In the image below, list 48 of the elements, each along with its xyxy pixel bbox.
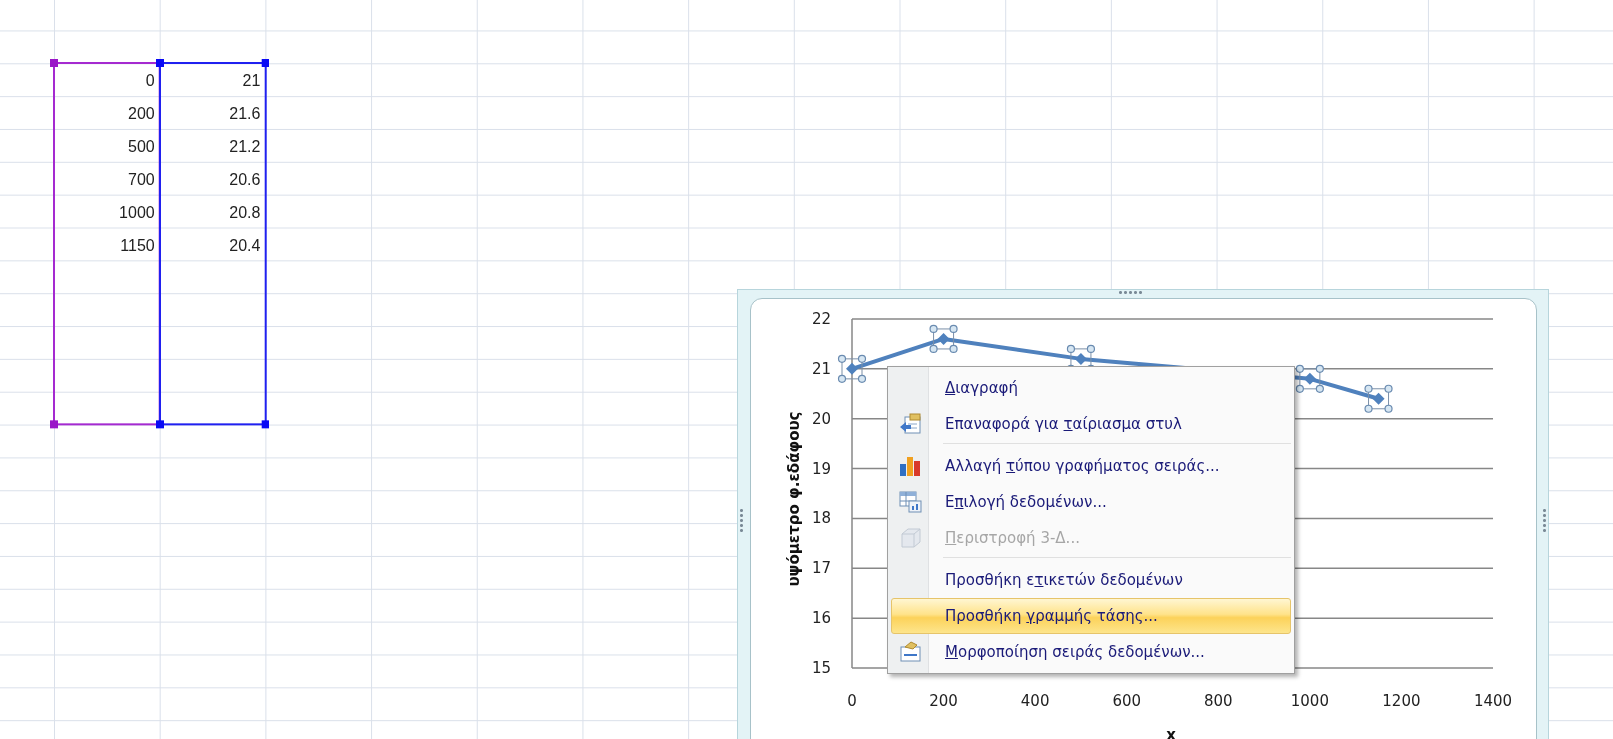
document-arrow-icon: [899, 413, 923, 435]
table-cell-text: 1000: [118, 202, 156, 223]
x-tick-label: 1000: [1290, 692, 1329, 710]
table-cell-text: 0: [144, 71, 156, 92]
menu-item[interactable]: Επαναφορά για ταίριασμα στυλ: [891, 406, 1291, 442]
table-cell-text: 21.6: [228, 104, 262, 125]
bar-chart-icon: [899, 455, 923, 477]
table-cell-text: 21.2: [228, 137, 262, 157]
y-tick-label: 22: [811, 310, 831, 328]
data-point-marker[interactable]: [1295, 364, 1324, 393]
x-tick-label: 600: [1112, 692, 1142, 710]
table-cell-text: 700: [127, 169, 156, 190]
data-point-marker[interactable]: [929, 324, 958, 354]
x-tick-label: 0: [847, 692, 857, 710]
table-cell-text: 20.4: [228, 235, 262, 256]
data-point-marker[interactable]: [837, 354, 867, 383]
data-point-marker[interactable]: [1364, 384, 1393, 413]
document-icon: [899, 641, 923, 663]
y-tick-label: 16: [811, 609, 831, 628]
menu-item[interactable]: Προσθήκη γραμμής τάσης...: [891, 598, 1291, 634]
menu-item[interactable]: Διαγραφή: [891, 370, 1291, 406]
y-tick-label: 21: [811, 359, 831, 378]
x-tick-label: 1200: [1382, 692, 1421, 710]
y-tick-label: 19: [811, 459, 831, 478]
table-cell-text: 21: [241, 71, 262, 92]
table-cell-text: 20.6: [228, 169, 262, 190]
x-tick-label: 400: [1020, 692, 1050, 710]
table-icon: [899, 491, 923, 513]
menu-item[interactable]: Αλλαγή τύπου γραφήματος σειράς...: [891, 448, 1291, 484]
menu-item[interactable]: Μορφοποίηση σειράς δεδομένων...: [891, 634, 1291, 670]
y-tick-label: 20: [811, 409, 831, 428]
table-cell-text: 1150: [119, 235, 156, 256]
resize-handle[interactable]: [1542, 508, 1547, 533]
x-tick-label: 200: [929, 692, 958, 710]
table-cell-text: 20.8: [228, 202, 262, 223]
cube-icon: [899, 527, 923, 549]
menu-item[interactable]: Προσθήκη ετικετών δεδομένων: [891, 562, 1291, 598]
resize-handle[interactable]: [739, 508, 744, 533]
y-tick-label: 15: [811, 659, 831, 677]
y-tick-label: 18: [811, 509, 831, 528]
resize-handle[interactable]: [1118, 290, 1143, 295]
menu-item[interactable]: Επιλογή δεδομένων...: [891, 484, 1291, 520]
y-axis-title: υψόμετρο φ.εδάφους: [785, 411, 803, 587]
x-tick-label: 1400: [1473, 692, 1513, 710]
y-tick-label: 17: [811, 559, 831, 578]
x-tick-label: 800: [1203, 692, 1233, 710]
table-cell-text: 200: [127, 104, 156, 125]
table-cell-text: 500: [127, 137, 156, 157]
